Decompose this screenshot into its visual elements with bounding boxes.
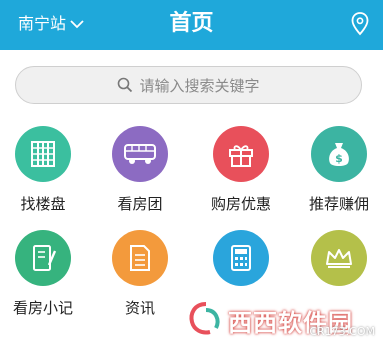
- menu-item-viewing-notes[interactable]: 看房小记: [0, 230, 91, 318]
- logo-swirl-icon: [189, 302, 220, 335]
- menu-item-calculator[interactable]: [193, 230, 289, 298]
- money-bag-icon: $: [311, 126, 367, 182]
- document-icon: [112, 230, 168, 286]
- menu-item-label: 找楼盘: [20, 195, 66, 213]
- menu-item-news[interactable]: 资讯: [92, 230, 188, 318]
- crown-icon: [311, 230, 367, 286]
- menu-item-label: 推荐赚佣: [308, 195, 369, 213]
- menu-item-crown[interactable]: [291, 230, 383, 298]
- menu-item-viewing-group[interactable]: 看房团: [92, 126, 188, 214]
- menu-item-purchase-discount[interactable]: 购房优惠: [193, 126, 289, 214]
- gift-icon: [213, 126, 269, 182]
- menu-item-label: 购房优惠: [210, 195, 271, 213]
- watermark: 西西软件园 CR173.COM: [186, 294, 383, 346]
- bus-icon: [112, 126, 168, 182]
- menu-item-label: 看房小记: [12, 299, 73, 317]
- svg-text:$: $: [335, 152, 343, 165]
- menu-item-label: 看房团: [117, 195, 163, 213]
- watermark-subtext: CR173.COM: [309, 325, 375, 338]
- notebook-pen-icon: [15, 230, 71, 286]
- menu-item-label: 资讯: [124, 299, 155, 317]
- building-icon: [15, 126, 71, 182]
- menu-item-find-property[interactable]: 找楼盘: [0, 126, 91, 214]
- calculator-icon: [213, 230, 269, 286]
- menu-item-referral-commission[interactable]: $ 推荐赚佣: [291, 126, 383, 214]
